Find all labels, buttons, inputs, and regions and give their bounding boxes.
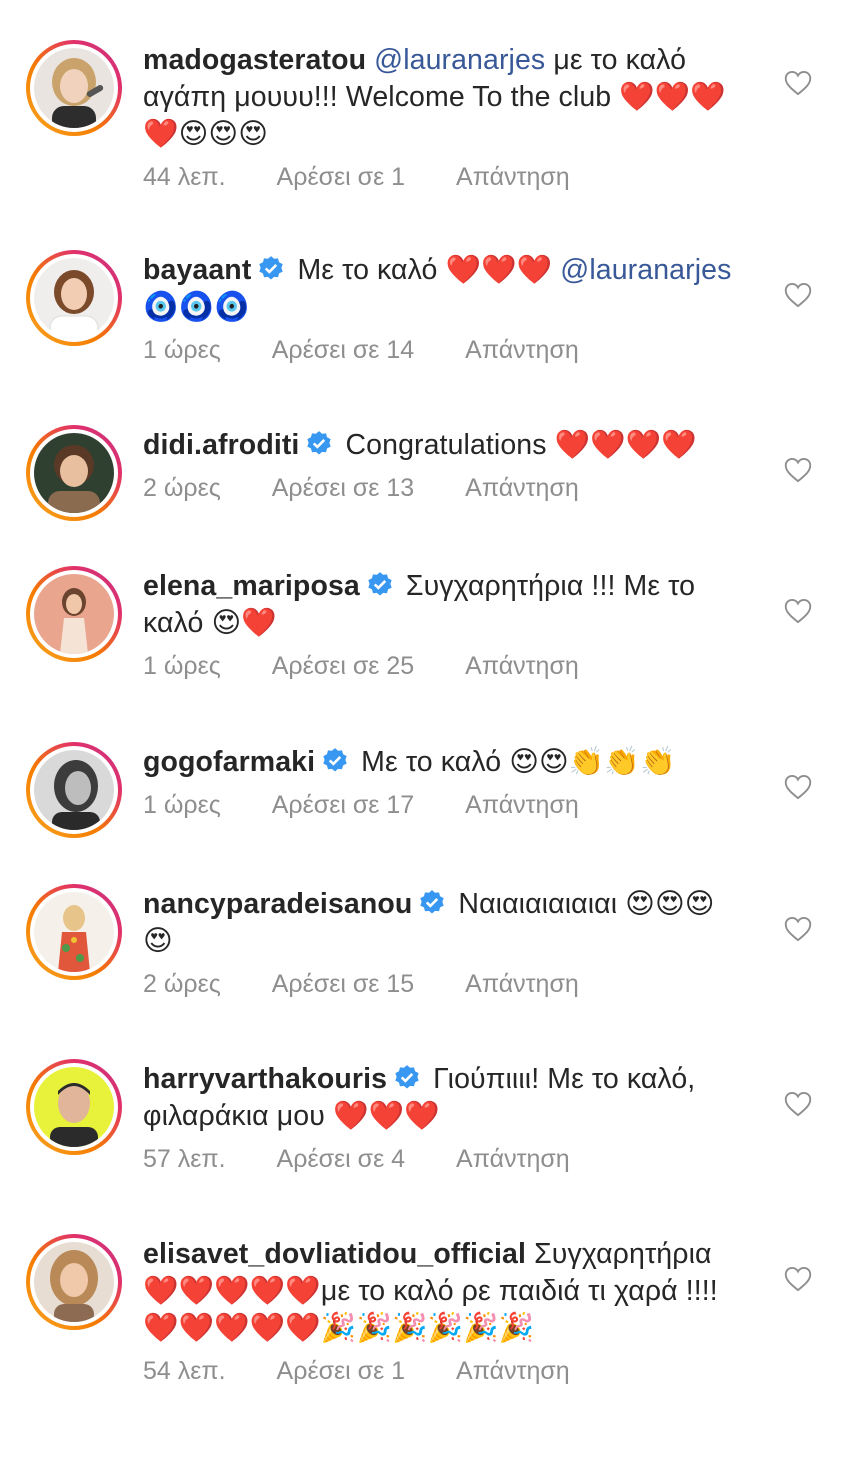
heart-outline-icon[interactable] (784, 1266, 812, 1292)
comment-likes[interactable]: Αρέσει σε 25 (272, 650, 414, 682)
comment-text: Με το καλό ❤️❤️❤️ (297, 254, 553, 286)
comment-likes[interactable]: Αρέσει σε 15 (272, 968, 414, 1000)
comment-username[interactable]: elisavet_dovliatidou_official (143, 1238, 526, 1270)
comment-time: 1 ώρες (143, 652, 221, 680)
comment-time: 2 ώρες (143, 970, 221, 998)
comment-mention[interactable]: @lauranarjes (374, 44, 545, 76)
comment-likes[interactable]: Αρέσει σε 13 (272, 472, 414, 504)
verified-badge-icon (323, 748, 347, 772)
comment-time: 44 λεπ. (143, 163, 226, 191)
comment-time: 1 ώρες (143, 336, 221, 364)
heart-outline-icon[interactable] (784, 598, 812, 624)
comment-text: Με το καλό 😍😍👏👏👏 (361, 746, 676, 778)
avatar[interactable] (26, 1059, 122, 1155)
comment-text-suffix: 🧿🧿🧿 (143, 291, 250, 323)
avatar[interactable] (26, 250, 122, 346)
reply-button[interactable]: Απάντηση (465, 334, 579, 366)
heart-outline-icon[interactable] (784, 1091, 812, 1117)
reply-button[interactable]: Απάντηση (465, 968, 579, 1000)
comment-time: 57 λεπ. (143, 1145, 226, 1173)
comment-likes[interactable]: Αρέσει σε 4 (277, 1143, 406, 1175)
comment-username[interactable]: elena_mariposa (143, 570, 360, 602)
avatar[interactable] (26, 884, 122, 980)
comment-time: 54 λεπ. (143, 1357, 226, 1385)
heart-outline-icon[interactable] (784, 282, 812, 308)
comment-mention[interactable]: @lauranarjes (560, 254, 731, 286)
avatar[interactable] (26, 742, 122, 838)
heart-outline-icon[interactable] (784, 916, 812, 942)
heart-outline-icon[interactable] (784, 70, 812, 96)
reply-button[interactable]: Απάντηση (465, 789, 579, 821)
verified-badge-icon (395, 1065, 419, 1089)
comment-username[interactable]: nancyparadeisanou (143, 888, 412, 920)
comment-time: 1 ώρες (143, 791, 221, 819)
comments-list: madogasteratou @lauranarjes με το καλό α… (0, 0, 860, 1465)
avatar[interactable] (26, 1234, 122, 1330)
comment-time: 2 ώρες (143, 474, 221, 502)
comment-likes[interactable]: Αρέσει σε 17 (272, 789, 414, 821)
comment-username[interactable]: harryvarthakouris (143, 1063, 387, 1095)
heart-outline-icon[interactable] (784, 457, 812, 483)
verified-badge-icon (368, 572, 392, 596)
reply-button[interactable]: Απάντηση (456, 1143, 570, 1175)
reply-button[interactable]: Απάντηση (465, 650, 579, 682)
verified-badge-icon (259, 256, 284, 280)
comment-username[interactable]: didi.afroditi (143, 429, 299, 461)
comment-likes[interactable]: Αρέσει σε 1 (277, 161, 406, 193)
comment-text: Congratulations ❤️❤️❤️❤️ (345, 429, 697, 461)
reply-button[interactable]: Απάντηση (465, 472, 579, 504)
reply-button[interactable]: Απάντηση (456, 1355, 570, 1387)
comment-likes[interactable]: Αρέσει σε 14 (272, 334, 414, 366)
avatar[interactable] (26, 566, 122, 662)
avatar[interactable] (26, 40, 122, 136)
verified-badge-icon (307, 431, 332, 455)
heart-outline-icon[interactable] (784, 774, 812, 800)
verified-badge-icon (420, 890, 445, 914)
comment-username[interactable]: gogofarmaki (143, 746, 315, 778)
comment-username[interactable]: bayaant (143, 254, 251, 286)
avatar[interactable] (26, 425, 122, 521)
comment-likes[interactable]: Αρέσει σε 1 (277, 1355, 406, 1387)
comment-username[interactable]: madogasteratou (143, 44, 366, 76)
reply-button[interactable]: Απάντηση (456, 161, 570, 193)
